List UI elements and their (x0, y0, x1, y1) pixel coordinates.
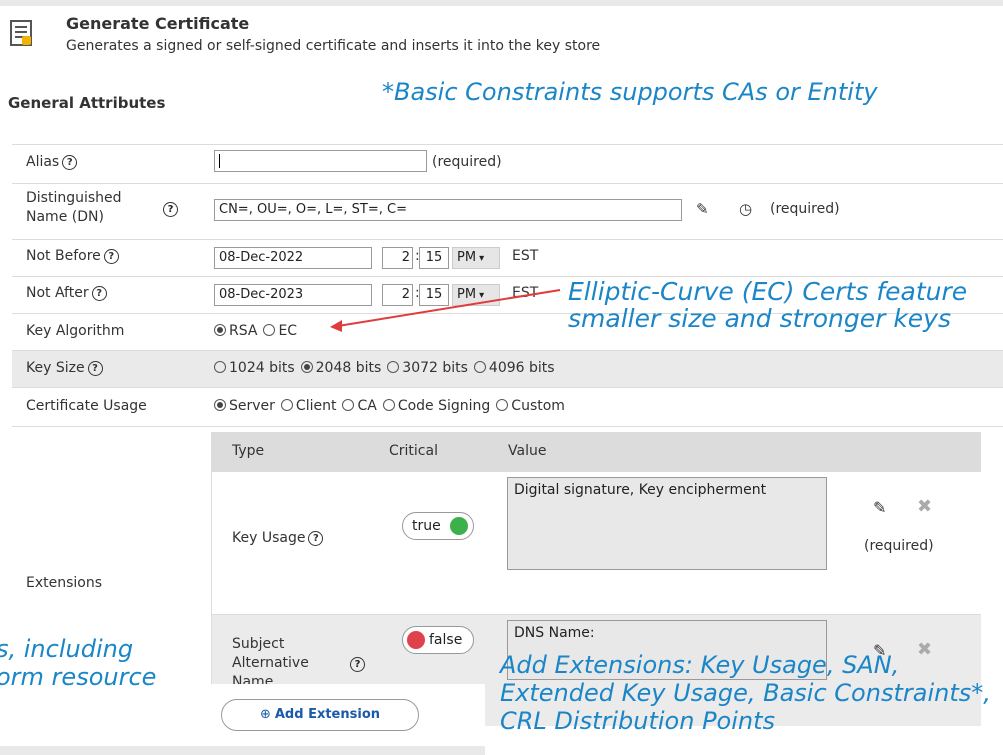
san-label-line2: Alternative (232, 655, 309, 671)
help-icon[interactable]: ? (62, 154, 78, 170)
annotation-ext-line3: CRL Distribution Points (500, 707, 776, 735)
bottom-bar (0, 746, 485, 755)
add-extension-button[interactable]: ⊕ Add Extension (221, 699, 419, 731)
usage-code-signing-radio[interactable]: Code Signing (382, 398, 490, 414)
page-title: Generate Certificate (66, 14, 250, 33)
key-algorithm-rsa-radio[interactable]: RSA (214, 323, 257, 339)
annotation-arrow (330, 289, 561, 332)
annotation-ext-line1: Add Extensions: Key Usage, SAN, (500, 651, 900, 679)
usage-client-radio[interactable]: Client (280, 398, 336, 414)
extensions-table-header: Type Critical Value (212, 432, 981, 472)
san-critical-value: false (429, 632, 463, 648)
page-subtitle: Generates a signed or self-signed certif… (66, 38, 601, 54)
section-title: General Attributes (8, 94, 166, 112)
san-label-line1: Subject (232, 636, 285, 652)
annotation-ext-line2: Extended Key Usage, Basic Constraints*, (500, 679, 991, 707)
key-algorithm-ec-radio[interactable]: EC (263, 323, 297, 339)
annotation-ec-line2: smaller size and stronger keys (568, 304, 951, 333)
column-header-value: Value (508, 443, 547, 459)
history-clock-icon[interactable]: ◷ (739, 200, 752, 218)
usage-ca-radio[interactable]: CA (342, 398, 377, 414)
key-algorithm-options: RSA EC (214, 323, 303, 339)
alias-label: Alias (26, 154, 60, 170)
dn-label-line1: Distinguished (26, 190, 122, 206)
annotation-ec-line1: Elliptic-Curve (EC) Certs feature (568, 277, 968, 306)
extension-row-key-usage: Key Usage? true Digital signature, Key e… (212, 472, 981, 615)
chevron-down-icon: ▾ (479, 253, 485, 264)
cert-usage-options: Server Client CA Code Signing Custom (214, 398, 571, 414)
dn-input[interactable]: CN=, OU=, O=, L=, ST=, C= (214, 199, 682, 221)
column-header-critical: Critical (389, 443, 438, 459)
not-before-hour-input[interactable]: 2 (382, 247, 413, 269)
key-size-row: Key Size? 1024 bits 2048 bits 3072 bits 409… (12, 351, 1003, 388)
key-usage-label: Key Usage (232, 530, 306, 546)
column-header-type: Type (232, 443, 265, 459)
pencil-icon[interactable]: ✎ (696, 200, 709, 218)
help-icon[interactable]: ? (308, 530, 324, 546)
key-usage-critical-toggle[interactable]: true (402, 512, 474, 540)
help-icon[interactable]: ? (163, 202, 178, 217)
key-usage-required-note: (required) (864, 538, 934, 554)
extensions-label: Extensions (26, 575, 103, 591)
annotation-left-line2: orm resource (0, 663, 157, 691)
key-size-3072-radio[interactable]: 3072 bits (387, 360, 468, 376)
not-before-ampm-select[interactable]: PM ▾ (452, 247, 500, 269)
alias-input[interactable] (214, 150, 427, 172)
key-usage-value-textarea[interactable]: Digital signature, Key encipherment (507, 477, 827, 570)
annotation-basic-constraints: *Basic Constraints supports CAs or Entit… (382, 78, 878, 106)
not-before-label: Not Before (26, 248, 101, 264)
san-critical-toggle[interactable]: false (402, 626, 474, 654)
dn-row: Distinguished Name (DN) ? CN=, OU=, O=, … (12, 183, 1003, 240)
close-icon[interactable]: ✖ (917, 496, 932, 517)
not-before-date-input[interactable]: 08-Dec-2022 (214, 247, 372, 269)
key-size-1024-radio[interactable]: 1024 bits (214, 360, 295, 376)
not-before-timezone: EST (512, 248, 539, 264)
dn-label-line2: Name (DN) (26, 209, 104, 225)
key-size-label: Key Size (26, 360, 85, 376)
key-algorithm-label: Key Algorithm (26, 323, 125, 339)
alias-row: Alias? (required) (12, 144, 1003, 184)
top-bar (0, 0, 1003, 6)
help-icon[interactable]: ? (91, 285, 107, 301)
usage-server-radio[interactable]: Server (214, 398, 275, 414)
not-after-label: Not After (26, 285, 89, 301)
certificate-document-icon (10, 20, 32, 46)
annotation-left-line1: s, including (0, 635, 134, 663)
cert-usage-label: Certificate Usage (26, 398, 147, 414)
cert-usage-row: Certificate Usage Server Client CA Code Sig… (12, 388, 1003, 427)
not-before-ampm-value: PM (457, 250, 477, 265)
key-size-options: 1024 bits 2048 bits 3072 bits 4096 bits (214, 360, 561, 376)
close-icon[interactable]: ✖ (917, 639, 932, 660)
dn-required-note: (required) (770, 201, 840, 217)
key-size-4096-radio[interactable]: 4096 bits (473, 360, 555, 376)
not-before-row: Not Before? 08-Dec-2022 2 : 15 PM ▾ EST (12, 240, 1003, 277)
not-before-minute-input[interactable]: 15 (419, 247, 449, 269)
help-icon[interactable]: ? (350, 657, 365, 672)
alias-required-note: (required) (432, 154, 502, 170)
key-size-2048-radio[interactable]: 2048 bits (300, 360, 381, 376)
key-usage-critical-value: true (412, 518, 441, 534)
help-icon[interactable]: ? (87, 360, 103, 376)
add-circle-icon: ⊕ (259, 707, 271, 722)
pencil-icon[interactable]: ✎ (873, 498, 886, 517)
help-icon[interactable]: ? (103, 248, 119, 264)
usage-custom-radio[interactable]: Custom (496, 398, 565, 414)
